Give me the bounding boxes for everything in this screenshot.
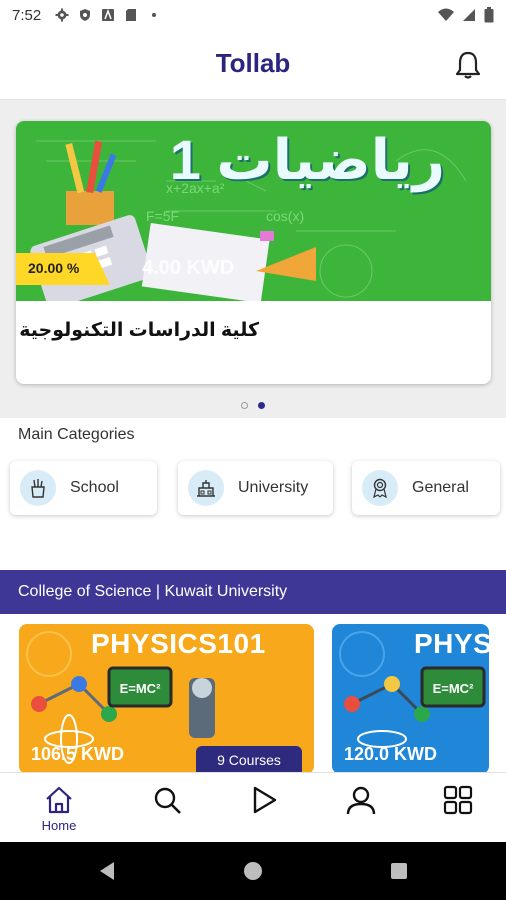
category-general[interactable]: General <box>352 461 500 515</box>
bottom-nav: Home <box>0 772 506 842</box>
section-title: College of Science | Kuwait University <box>18 583 288 600</box>
banner-caption: كلية الدراسات التكنولوجية <box>19 320 259 341</box>
svg-text:E=MC²: E=MC² <box>120 681 161 696</box>
course-price: 120.0 KWD <box>344 744 438 764</box>
course-count-badge: 9 Courses <box>196 746 302 774</box>
course-price: 106.5 KWD <box>31 744 125 764</box>
banner-card[interactable]: x+2ax+a² cos(x) F=5F رياضيات 1 20.00 % 4… <box>16 121 491 384</box>
search-icon <box>154 787 181 814</box>
sd-card-icon <box>126 9 137 21</box>
play-icon <box>253 786 277 814</box>
pencil-cup-icon <box>20 470 56 506</box>
grid-icon <box>443 785 473 815</box>
app-bar: Tollab <box>0 30 506 100</box>
building-icon <box>188 470 224 506</box>
signal-icon <box>463 9 475 21</box>
category-school[interactable]: School <box>10 461 157 515</box>
course-title: PHYSICS101 <box>91 628 266 659</box>
carousel-dot-active[interactable] <box>258 402 265 409</box>
banner-price: 4.00 KWD <box>142 257 235 279</box>
categories-row: School University General <box>10 461 500 515</box>
shield-icon <box>80 9 91 21</box>
category-university[interactable]: University <box>178 461 333 515</box>
banner-title: رياضيات 1 <box>169 128 445 191</box>
bell-icon[interactable] <box>454 50 482 80</box>
dot-icon <box>152 13 157 17</box>
system-nav-bar <box>0 842 506 900</box>
svg-text:cos(x): cos(x) <box>266 208 304 224</box>
nav-play[interactable] <box>229 773 299 843</box>
wifi-icon <box>438 8 454 21</box>
award-icon <box>362 470 398 506</box>
category-label: School <box>70 479 119 496</box>
status-icons-left <box>55 8 161 22</box>
svg-text:E=MC²: E=MC² <box>433 681 474 696</box>
recents-icon[interactable] <box>388 860 410 882</box>
back-icon[interactable] <box>96 860 118 882</box>
discount-badge: 20.00 % <box>16 253 110 285</box>
nav-home-label: Home <box>41 818 77 833</box>
battery-icon <box>484 7 494 23</box>
status-bar: 7:52 <box>0 0 506 30</box>
status-icons-right <box>438 7 494 23</box>
categories-title: Main Categories <box>18 426 135 443</box>
banner-image: x+2ax+a² cos(x) F=5F رياضيات 1 20.00 % 4… <box>16 121 491 301</box>
section-header: College of Science | Kuwait University <box>0 570 506 614</box>
home-icon <box>46 786 72 814</box>
home-circle-icon[interactable] <box>242 860 264 882</box>
profile-icon <box>346 786 376 815</box>
carousel-dot[interactable] <box>241 402 248 409</box>
category-label: General <box>412 479 469 496</box>
nav-search[interactable] <box>132 773 202 843</box>
gear-icon <box>55 8 69 22</box>
nav-grid[interactable] <box>423 773 493 843</box>
course-title: PHYSICS <box>414 628 489 659</box>
nav-profile[interactable] <box>326 773 396 843</box>
nav-home[interactable]: Home <box>24 773 94 843</box>
status-time: 7:52 <box>12 6 42 24</box>
course-card[interactable]: E=MC² PHYSICS 120.0 KWD <box>332 624 489 774</box>
app-title: Tollab <box>215 48 291 78</box>
category-label: University <box>238 479 309 496</box>
course-card[interactable]: E=MC² PHYSICS101 106.5 KWD 9 Courses <box>19 624 314 774</box>
font-icon <box>102 8 115 21</box>
carousel-dots <box>0 402 506 409</box>
svg-text:F=5F: F=5F <box>146 208 179 224</box>
banner-area: x+2ax+a² cos(x) F=5F رياضيات 1 20.00 % 4… <box>0 100 506 418</box>
